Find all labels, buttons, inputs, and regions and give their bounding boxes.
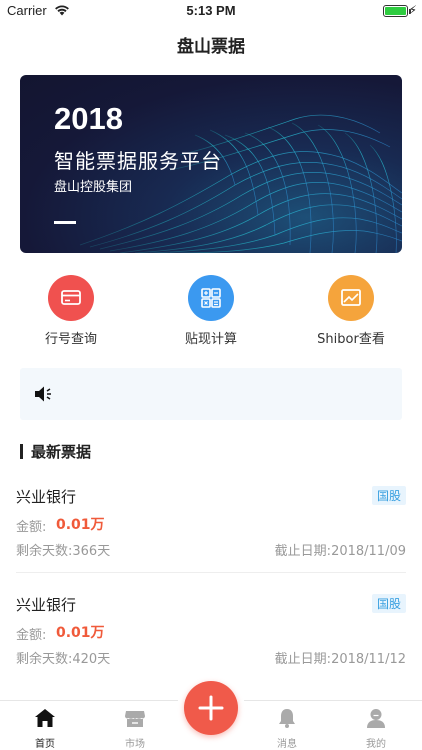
tab-label: 我的 bbox=[366, 739, 386, 750]
card-icon bbox=[48, 275, 94, 321]
plus-icon bbox=[198, 695, 224, 721]
clock-time: 5:13 PM bbox=[186, 3, 236, 18]
status-bar: Carrier 5:13 PM ⚡ bbox=[0, 0, 422, 22]
tab-market[interactable]: 市场 bbox=[105, 707, 165, 750]
home-icon bbox=[35, 709, 55, 727]
notice-bar[interactable] bbox=[20, 368, 402, 420]
banner-subtitle: 盘山控股集团 bbox=[54, 180, 133, 195]
quick-actions: 行号查询 贴现计算 Shibor查看 bbox=[0, 275, 422, 347]
bill-days-label: 剩余天数: bbox=[16, 652, 73, 667]
bill-deadline: 截止日期:2018/11/12 bbox=[275, 648, 406, 667]
tab-home[interactable]: 首页 bbox=[15, 707, 75, 750]
quick-action-label: Shibor查看 bbox=[317, 332, 385, 347]
battery-icon bbox=[383, 5, 411, 17]
quick-action-label: 行号查询 bbox=[44, 332, 97, 347]
tab-messages[interactable]: 消息 bbox=[257, 707, 317, 750]
bill-card[interactable]: 兴业银行 国股 金额: 0.01万 剩余天数:366天 截止日期:2018/11… bbox=[16, 486, 406, 586]
tab-label: 市场 bbox=[125, 739, 145, 750]
bill-deadline-label: 截止日期: bbox=[274, 652, 332, 667]
bill-deadline: 截止日期:2018/11/09 bbox=[275, 540, 406, 559]
user-icon bbox=[367, 709, 385, 728]
tab-label: 消息 bbox=[277, 739, 297, 750]
section-title: 最新票据 bbox=[31, 442, 92, 461]
section-marker bbox=[20, 443, 23, 459]
bill-days-value: 420天 bbox=[72, 652, 111, 667]
section-header: 最新票据 bbox=[20, 440, 91, 462]
banner-title: 智能票据服务平台 bbox=[54, 149, 222, 173]
quick-action-discount-calc[interactable]: 贴现计算 bbox=[156, 275, 266, 347]
chart-image-icon bbox=[328, 275, 374, 321]
bill-days-value: 366天 bbox=[72, 544, 111, 559]
banner-indicator bbox=[54, 221, 76, 224]
quick-action-bank-lookup[interactable]: 行号查询 bbox=[16, 275, 126, 347]
promo-banner[interactable]: 2018 智能票据服务平台 盘山控股集团 bbox=[20, 75, 402, 253]
bill-tag-badge: 国股 bbox=[371, 594, 406, 613]
bell-icon bbox=[279, 709, 295, 728]
bill-deadline-value: 2018/11/09 bbox=[331, 544, 406, 559]
bill-amount-label: 金额: bbox=[16, 628, 47, 643]
store-icon bbox=[125, 711, 145, 727]
divider bbox=[16, 572, 406, 573]
bill-amount-value: 0.01万 bbox=[56, 625, 105, 641]
speaker-icon bbox=[35, 386, 51, 402]
quick-action-label: 贴现计算 bbox=[184, 332, 237, 347]
bill-days-label: 剩余天数: bbox=[16, 544, 73, 559]
bill-deadline-label: 截止日期: bbox=[274, 544, 332, 559]
bill-remaining-days: 剩余天数:420天 bbox=[16, 648, 110, 667]
charging-icon: ⚡ bbox=[408, 3, 417, 17]
battery-level bbox=[385, 7, 406, 15]
bill-deadline-value: 2018/11/12 bbox=[331, 652, 406, 667]
calculator-icon bbox=[188, 275, 234, 321]
page-title: 盘山票据 bbox=[177, 37, 245, 57]
quick-action-shibor[interactable]: Shibor查看 bbox=[296, 275, 406, 347]
bill-amount-label: 金额: bbox=[16, 520, 47, 535]
bill-tag-badge: 国股 bbox=[371, 486, 406, 505]
tab-profile[interactable]: 我的 bbox=[346, 707, 406, 750]
tab-label: 首页 bbox=[35, 739, 55, 750]
bill-bank-name: 兴业银行 bbox=[16, 596, 77, 614]
bill-remaining-days: 剩余天数:366天 bbox=[16, 540, 110, 559]
bill-bank-name: 兴业银行 bbox=[16, 488, 77, 506]
add-button[interactable] bbox=[184, 681, 238, 735]
bill-amount-value: 0.01万 bbox=[56, 517, 105, 533]
banner-year: 2018 bbox=[54, 101, 123, 136]
